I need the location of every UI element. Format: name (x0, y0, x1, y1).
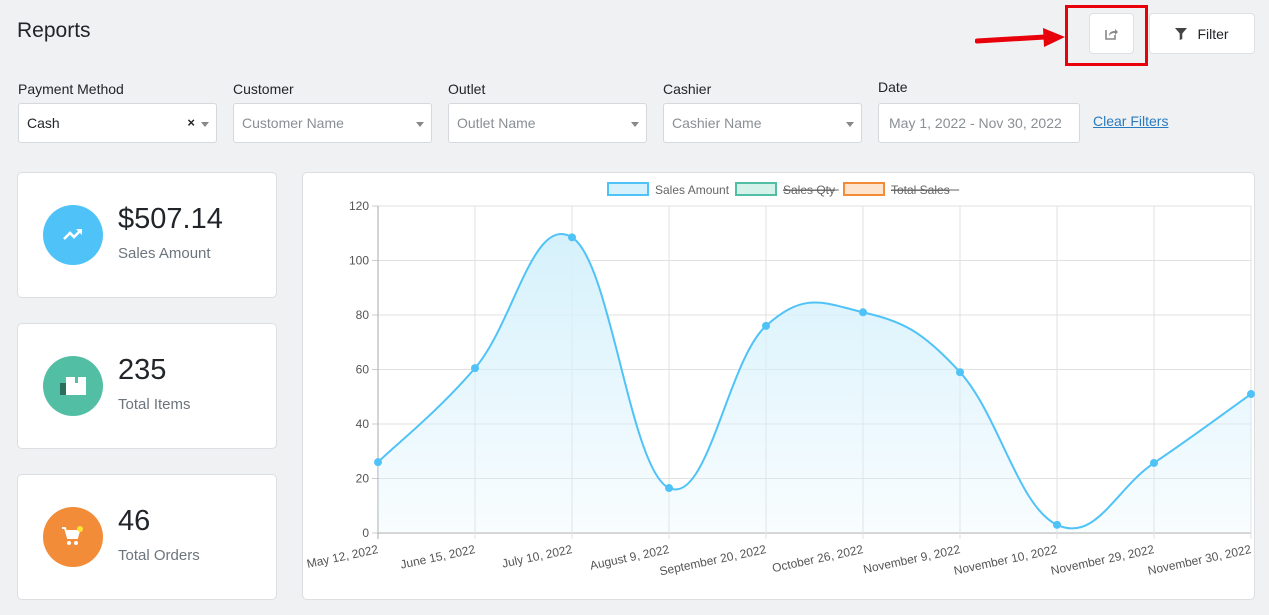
y-tick-label: 100 (349, 254, 369, 268)
y-tick-label: 0 (362, 526, 369, 540)
stat-card-total-items: 235 Total Items (17, 323, 277, 449)
y-tick-label: 20 (356, 472, 370, 486)
sales-amount-point (762, 321, 770, 330)
sales-amount-point (471, 364, 479, 373)
customer-placeholder: Customer Name (242, 115, 344, 131)
payment-method-value: Cash (27, 115, 60, 131)
chevron-down-icon (631, 122, 639, 127)
sales-chart-card: 0 20 40 60 80 100 120 May 12, 2022 June 15, 2022… (302, 172, 1255, 600)
funnel-icon (1175, 27, 1188, 40)
chevron-down-icon (201, 122, 209, 127)
trending-up-icon (63, 229, 82, 240)
sales-amount-point (1247, 390, 1255, 399)
x-tick-label: November 30, 2022 (1146, 542, 1252, 578)
sales-amount-point (859, 308, 867, 317)
customer-select[interactable]: Customer Name (233, 103, 432, 143)
x-tick-label: May 12, 2022 (305, 542, 379, 571)
outlet-filter: Outlet Outlet Name (448, 81, 647, 143)
x-tick-label: November 10, 2022 (952, 542, 1058, 578)
legend-swatch (735, 182, 777, 196)
stat-value: $507.14 (118, 203, 223, 235)
box-icon (60, 377, 86, 395)
filter-button[interactable]: Filter (1149, 13, 1255, 54)
legend-label[interactable]: Sales Amount (655, 183, 730, 197)
y-tick-label: 60 (356, 363, 370, 377)
stat-label: Total Items (118, 396, 191, 413)
payment-method-label: Payment Method (18, 81, 124, 97)
customer-label: Customer (233, 81, 294, 97)
cashier-label: Cashier (663, 81, 712, 97)
sales-amount-area (378, 233, 1251, 534)
outlet-label: Outlet (448, 81, 486, 97)
filter-button-label: Filter (1197, 25, 1229, 42)
chevron-down-icon (416, 122, 424, 127)
payment-method-filter: Payment Method Cash × (18, 81, 217, 143)
annotation-arrow (975, 28, 1065, 47)
clear-filters-link[interactable]: Clear Filters (1093, 113, 1168, 129)
payment-method-select[interactable]: Cash × (18, 103, 217, 143)
export-button[interactable] (1089, 13, 1134, 54)
stat-icon-circle (43, 205, 103, 265)
outlet-select[interactable]: Outlet Name (448, 103, 647, 143)
x-tick-label: November 9, 2022 (862, 542, 962, 576)
page-title: Reports (17, 19, 91, 42)
stat-icon-circle (43, 507, 103, 567)
stat-card-total-orders: 46 Total Orders (17, 474, 277, 600)
outlet-placeholder: Outlet Name (457, 115, 536, 131)
legend-swatch (607, 182, 649, 196)
stat-value: 46 (118, 505, 151, 537)
x-tick-label: July 10, 2022 (501, 542, 574, 571)
y-tick-label: 80 (356, 308, 370, 322)
clear-selection-icon[interactable]: × (187, 115, 195, 130)
date-filter: Date May 1, 2022 - Nov 30, 2022 (878, 79, 1080, 143)
stat-label: Total Orders (118, 547, 200, 564)
cashier-placeholder: Cashier Name (672, 115, 762, 131)
cashier-select[interactable]: Cashier Name (663, 103, 862, 143)
stat-icon-circle (43, 356, 103, 416)
y-tick-label: 120 (349, 199, 369, 213)
x-tick-label: September 20, 2022 (658, 542, 768, 578)
sales-amount-point (1053, 520, 1061, 529)
sales-line-chart: 0 20 40 60 80 100 120 May 12, 2022 June 15, 2022… (305, 182, 1255, 578)
legend-swatch (843, 182, 885, 196)
date-range-input[interactable]: May 1, 2022 - Nov 30, 2022 (878, 103, 1080, 143)
stat-card-sales-amount: $507.14 Sales Amount (17, 172, 277, 298)
cashier-filter: Cashier Cashier Name (663, 81, 862, 143)
sales-amount-point (1150, 458, 1158, 467)
y-tick-label: 40 (356, 417, 370, 431)
x-tick-label: June 15, 2022 (399, 542, 477, 572)
sales-amount-point (665, 484, 673, 493)
sales-amount-point (568, 233, 576, 242)
stat-label: Sales Amount (118, 245, 211, 262)
cart-icon (62, 526, 83, 545)
share-export-icon (1104, 29, 1118, 40)
chevron-down-icon (846, 122, 854, 127)
sales-amount-point (956, 368, 964, 377)
stat-value: 235 (118, 354, 167, 386)
x-tick-label: October 26, 2022 (771, 542, 865, 575)
customer-filter: Customer Customer Name (233, 81, 432, 143)
sales-amount-point (374, 458, 382, 467)
x-tick-label: November 29, 2022 (1049, 542, 1155, 578)
date-label: Date (878, 79, 908, 95)
